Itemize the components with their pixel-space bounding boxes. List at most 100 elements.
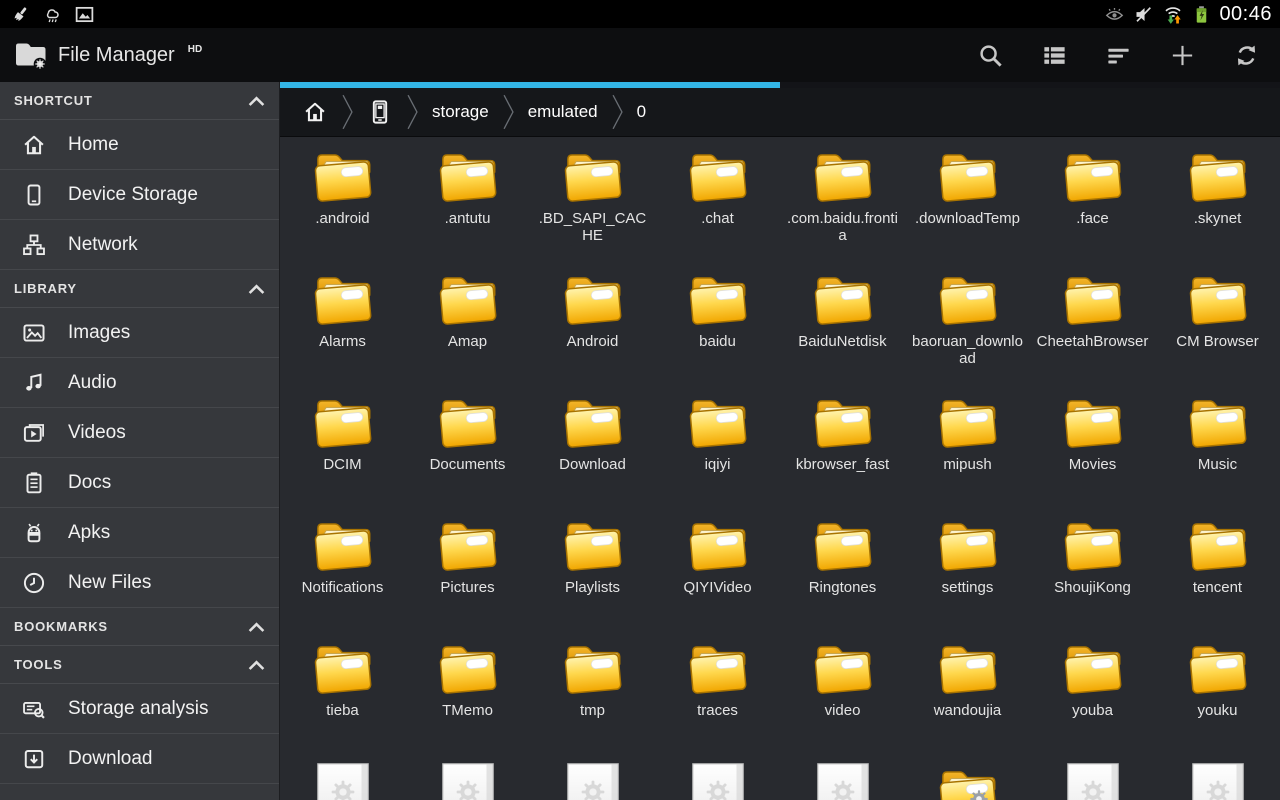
folder-icon (1183, 394, 1253, 448)
folder-item[interactable]: Amap (405, 263, 530, 386)
sidebar-item-label: Videos (68, 422, 126, 444)
breadcrumb-home[interactable] (290, 90, 340, 134)
folder-item[interactable]: Movies (1030, 386, 1155, 509)
section-shortcut[interactable]: SHORTCUT (0, 82, 279, 120)
folder-item[interactable]: tieba (280, 632, 405, 755)
sidebar-item[interactable]: Audio (0, 358, 279, 408)
folder-name: youku (1197, 703, 1237, 720)
folder-item[interactable]: Download (530, 386, 655, 509)
folder-item[interactable]: iqiyi (655, 386, 780, 509)
folder-name: video (825, 703, 861, 720)
folder-item[interactable]: QIYIVideo (655, 509, 780, 632)
folder-item[interactable]: .antutu (405, 140, 530, 263)
sidebar-item-label: Images (68, 322, 130, 344)
file-item[interactable] (905, 755, 1030, 800)
sort-button[interactable] (1086, 28, 1150, 82)
folder-item[interactable]: BaiduNetdisk (780, 263, 905, 386)
folder-icon (558, 148, 628, 202)
app-logo: File Manager HD (0, 38, 202, 72)
view-mode-button[interactable] (1022, 28, 1086, 82)
sidebar-item-icon (21, 520, 47, 546)
folder-item[interactable]: .face (1030, 140, 1155, 263)
refresh-button[interactable] (1214, 28, 1278, 82)
file-item[interactable] (405, 755, 530, 800)
folder-item[interactable]: youku (1155, 632, 1280, 755)
folder-item[interactable]: .android (280, 140, 405, 263)
sidebar-item-icon (21, 470, 47, 496)
sidebar-item[interactable]: Images (0, 308, 279, 358)
folder-item[interactable]: ShoujiKong (1030, 509, 1155, 632)
folder-item[interactable]: baoruan_download (905, 263, 1030, 386)
sidebar-item[interactable]: Network (0, 220, 279, 270)
folder-item[interactable]: Documents (405, 386, 530, 509)
folder-item[interactable]: .skynet (1155, 140, 1280, 263)
folder-item[interactable]: kbrowser_fast (780, 386, 905, 509)
folder-item[interactable]: youba (1030, 632, 1155, 755)
breadcrumb-device[interactable] (355, 90, 405, 134)
folder-item[interactable]: video (780, 632, 905, 755)
folder-item[interactable]: .chat (655, 140, 780, 263)
breadcrumb-0[interactable]: 0 (625, 90, 658, 134)
folder-item[interactable]: traces (655, 632, 780, 755)
folder-item[interactable]: Music (1155, 386, 1280, 509)
file-type-icon (442, 763, 494, 800)
folder-item[interactable]: Playlists (530, 509, 655, 632)
scan-progress-fill (280, 82, 780, 88)
breadcrumb-emulated[interactable]: emulated (516, 90, 610, 134)
section-bookmarks[interactable]: BOOKMARKS (0, 608, 279, 646)
file-item[interactable] (280, 755, 405, 800)
sidebar-item[interactable]: Storage analysis (0, 684, 279, 734)
sidebar-item-label: Storage analysis (68, 698, 208, 720)
sidebar-item[interactable]: Docs (0, 458, 279, 508)
folder-icon (1183, 271, 1253, 325)
file-item[interactable] (530, 755, 655, 800)
sidebar-item[interactable]: Home (0, 120, 279, 170)
folder-icon (308, 517, 378, 571)
sidebar-item[interactable]: Download (0, 734, 279, 784)
folder-item[interactable]: mipush (905, 386, 1030, 509)
screenshot-image-icon (74, 4, 95, 25)
file-item[interactable] (1155, 755, 1280, 800)
folder-item[interactable]: .downloadTemp (905, 140, 1030, 263)
section-tools[interactable]: TOOLS (0, 646, 279, 684)
folder-icon (1183, 148, 1253, 202)
folder-item[interactable]: CM Browser (1155, 263, 1280, 386)
folder-item[interactable]: Ringtones (780, 509, 905, 632)
folder-icon (683, 394, 753, 448)
file-item[interactable] (655, 755, 780, 800)
section-library[interactable]: LIBRARY (0, 270, 279, 308)
folder-name: Pictures (440, 580, 494, 597)
folder-item[interactable]: Android (530, 263, 655, 386)
search-button[interactable] (958, 28, 1022, 82)
sidebar-item[interactable]: Apks (0, 508, 279, 558)
folder-name: Documents (430, 457, 506, 474)
folder-item[interactable]: Notifications (280, 509, 405, 632)
folder-item[interactable]: .com.baidu.frontia (780, 140, 905, 263)
folder-item[interactable]: wandoujia (905, 632, 1030, 755)
chevron-up-icon (247, 622, 266, 633)
file-item[interactable] (1030, 755, 1155, 800)
sidebar-item[interactable]: Device Storage (0, 170, 279, 220)
folder-item[interactable]: DCIM (280, 386, 405, 509)
folder-item[interactable]: tencent (1155, 509, 1280, 632)
folder-item[interactable]: .BD_SAPI_CACHE (530, 140, 655, 263)
folder-name: tencent (1193, 580, 1242, 597)
file-item[interactable] (780, 755, 905, 800)
breadcrumb-storage[interactable]: storage (420, 90, 501, 134)
folder-item[interactable]: Pictures (405, 509, 530, 632)
folder-item[interactable]: tmp (530, 632, 655, 755)
folder-item[interactable]: baidu (655, 263, 780, 386)
folder-name: TMemo (442, 703, 493, 720)
folder-item[interactable]: settings (905, 509, 1030, 632)
folder-name: Notifications (302, 580, 384, 597)
add-new-button[interactable] (1150, 28, 1214, 82)
toolbar-actions (958, 28, 1280, 82)
chevron-up-icon (247, 660, 266, 671)
notification-icons (0, 4, 95, 25)
sidebar-item[interactable]: New Files (0, 558, 279, 608)
folder-item[interactable]: TMemo (405, 632, 530, 755)
folder-icon (933, 271, 1003, 325)
sidebar-item[interactable]: Videos (0, 408, 279, 458)
folder-item[interactable]: CheetahBrowser (1030, 263, 1155, 386)
folder-item[interactable]: Alarms (280, 263, 405, 386)
